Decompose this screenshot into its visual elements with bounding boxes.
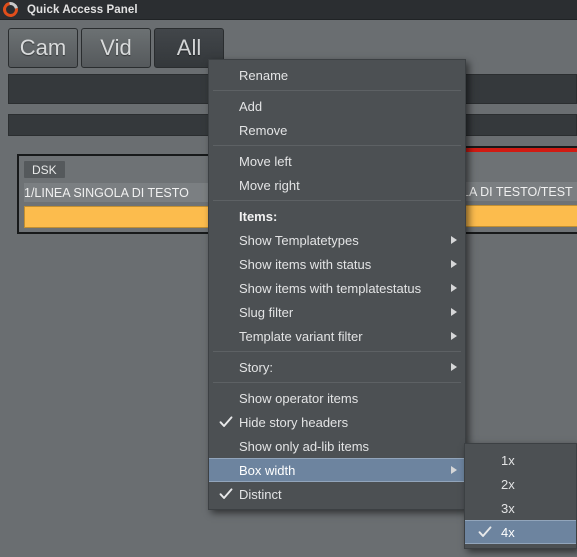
quick-access-panel-window: Quick Access Panel Cam Vid All DSK 1/LIN… [0,0,577,557]
menu-separator [213,382,461,383]
menu-item-hide-story-headers[interactable]: Hide story headers [209,410,465,434]
tab-cam[interactable]: Cam [8,28,78,68]
submenu-arrow-icon [451,363,457,371]
submenu-item-label: 2x [501,476,515,492]
menu-item-items: Items: [209,204,465,228]
check-icon [219,487,233,501]
status-line-red [462,148,577,152]
check-icon [478,525,492,539]
submenu-arrow-icon [451,332,457,340]
menu-item-label: Slug filter [239,304,294,320]
menu-item-label: Hide story headers [239,414,349,430]
menu-item-label: Story: [239,359,273,375]
menu-separator [213,200,461,201]
check-icon [219,415,233,429]
item-box-right[interactable]: LA DI TESTO/TEST [462,146,577,234]
menu-item-show-only-ad-lib-items[interactable]: Show only ad-lib items [209,434,465,458]
menu-item-label: Rename [239,67,289,83]
menu-separator [213,90,461,91]
tab-vid[interactable]: Vid [81,28,151,68]
item-slug-left: 1/LINEA SINGOLA DI TESTO [24,183,213,202]
item-progress-bar-left[interactable] [24,206,213,228]
menu-item-box-width[interactable]: Box width [209,458,465,482]
box-width-submenu[interactable]: 1x 2x 3x 4x [464,443,577,549]
submenu-item-2x[interactable]: 2x [465,472,576,496]
submenu-item-label: 3x [501,500,515,516]
menu-item-story[interactable]: Story: [209,355,465,379]
menu-separator [213,351,461,352]
submenu-arrow-icon [451,308,457,316]
submenu-item-label: 4x [501,524,515,540]
window-title: Quick Access Panel [27,3,138,16]
submenu-arrow-icon [451,466,457,474]
menu-item-label: Add [239,98,263,114]
item-slug-right: LA DI TESTO/TEST [462,182,577,201]
menu-item-remove[interactable]: Remove [209,118,465,142]
submenu-arrow-icon [451,260,457,268]
circular-arrow-logo-icon [0,0,21,20]
menu-item-label: Distinct [239,486,282,502]
submenu-item-4x[interactable]: 4x [465,520,576,544]
menu-item-move-right[interactable]: Move right [209,173,465,197]
menu-item-label: Template variant filter [239,328,363,344]
menu-item-label: Show items with templatestatus [239,280,422,296]
menu-item-label: Show Templatetypes [239,232,359,248]
menu-item-show-operator-items[interactable]: Show operator items [209,386,465,410]
menu-item-label: Show items with status [239,256,372,272]
menu-item-label: Items: [239,208,278,224]
submenu-item-1x[interactable]: 1x [465,448,576,472]
submenu-item-label: 1x [501,452,515,468]
menu-item-show-templatetypes[interactable]: Show Templatetypes [209,228,465,252]
dsk-badge: DSK [24,161,65,178]
menu-item-move-left[interactable]: Move left [209,149,465,173]
submenu-arrow-icon [451,236,457,244]
title-bar: Quick Access Panel [0,0,577,20]
menu-item-rename[interactable]: Rename [209,63,465,87]
menu-item-show-items-with-templatestatus[interactable]: Show items with templatestatus [209,276,465,300]
menu-item-label: Move right [239,177,300,193]
menu-item-add[interactable]: Add [209,94,465,118]
menu-item-template-variant-filter[interactable]: Template variant filter [209,324,465,348]
menu-item-distinct[interactable]: Distinct [209,482,465,506]
menu-item-label: Box width [239,462,296,478]
submenu-arrow-icon [451,284,457,292]
menu-item-label: Show only ad-lib items [239,438,370,454]
menu-separator [213,145,461,146]
menu-item-slug-filter[interactable]: Slug filter [209,300,465,324]
item-progress-bar-right[interactable] [462,205,577,227]
menu-item-label: Move left [239,153,292,169]
menu-item-label: Remove [239,122,288,138]
submenu-item-3x[interactable]: 3x [465,496,576,520]
item-box-left[interactable]: DSK 1/LINEA SINGOLA DI TESTO [17,154,220,234]
menu-item-label: Show operator items [239,390,359,406]
menu-item-show-items-with-status[interactable]: Show items with status [209,252,465,276]
context-menu[interactable]: Rename Add Remove Move left Move right Items:… [208,59,466,510]
